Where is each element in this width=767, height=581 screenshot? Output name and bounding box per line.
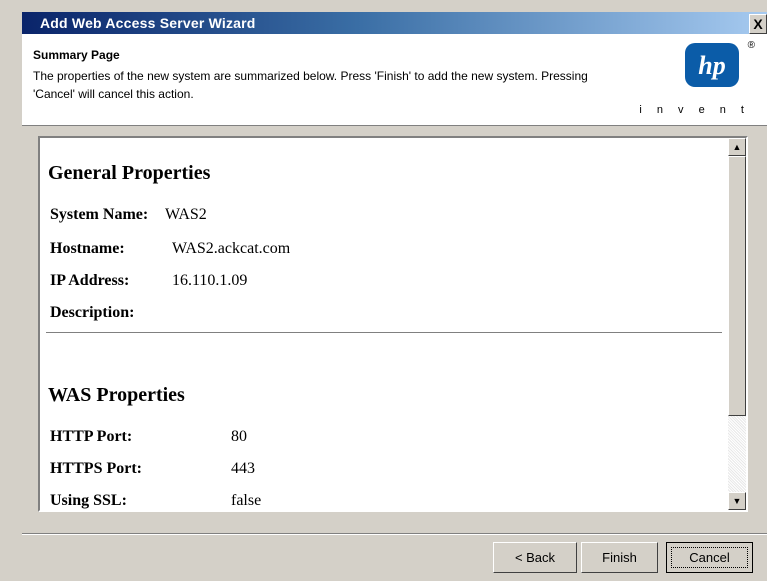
logo-tagline: i n v e n t (639, 104, 750, 116)
finish-button[interactable]: Finish (581, 542, 658, 573)
wizard-header: Summary Page The properties of the new s… (22, 34, 767, 126)
close-icon[interactable]: X (749, 14, 767, 34)
page-title: Summary Page (33, 48, 120, 62)
hostname-label: Hostname: (50, 240, 125, 257)
using-ssl-value: false (231, 492, 262, 509)
http-port-label: HTTP Port: (50, 428, 133, 445)
window-title: Add Web Access Server Wizard (40, 15, 256, 31)
section-divider (46, 332, 722, 334)
footer-divider (22, 533, 767, 535)
vertical-scrollbar[interactable]: ▲ ▼ (728, 138, 746, 510)
registered-mark: ® (747, 40, 755, 51)
hp-logo: hp (685, 43, 739, 87)
title-bar[interactable]: Add Web Access Server Wizard X (22, 12, 767, 34)
ip-address-value: 16.110.1.09 (172, 272, 248, 289)
cancel-button-label: Cancel (671, 547, 748, 568)
system-name-label: System Name: (50, 206, 149, 223)
using-ssl-label: Using SSL: (50, 492, 127, 509)
back-button[interactable]: < Back (493, 542, 577, 573)
system-name-value: WAS2 (165, 206, 207, 223)
scroll-thumb[interactable] (728, 156, 746, 416)
page-description: The properties of the new system are sum… (33, 69, 588, 101)
cancel-button[interactable]: Cancel (666, 542, 753, 573)
summary-content: General Properties System Name: WAS2 Hos… (40, 138, 726, 510)
description-label: Description: (50, 304, 135, 321)
https-port-value: 443 (231, 460, 255, 477)
hostname-value: WAS2.ackcat.com (172, 240, 291, 257)
hp-logo-text: hp (698, 51, 725, 80)
scroll-down-icon[interactable]: ▼ (728, 492, 746, 510)
https-port-label: HTTPS Port: (50, 460, 142, 477)
scroll-up-icon[interactable]: ▲ (728, 138, 746, 156)
was-properties-heading: WAS Properties (48, 384, 185, 406)
http-port-value: 80 (231, 428, 247, 445)
general-properties-heading: General Properties (48, 162, 211, 184)
ip-address-label: IP Address: (50, 272, 130, 289)
summary-panel: General Properties System Name: WAS2 Hos… (38, 136, 748, 512)
wizard-window: Add Web Access Server Wizard X Summary P… (0, 0, 767, 581)
